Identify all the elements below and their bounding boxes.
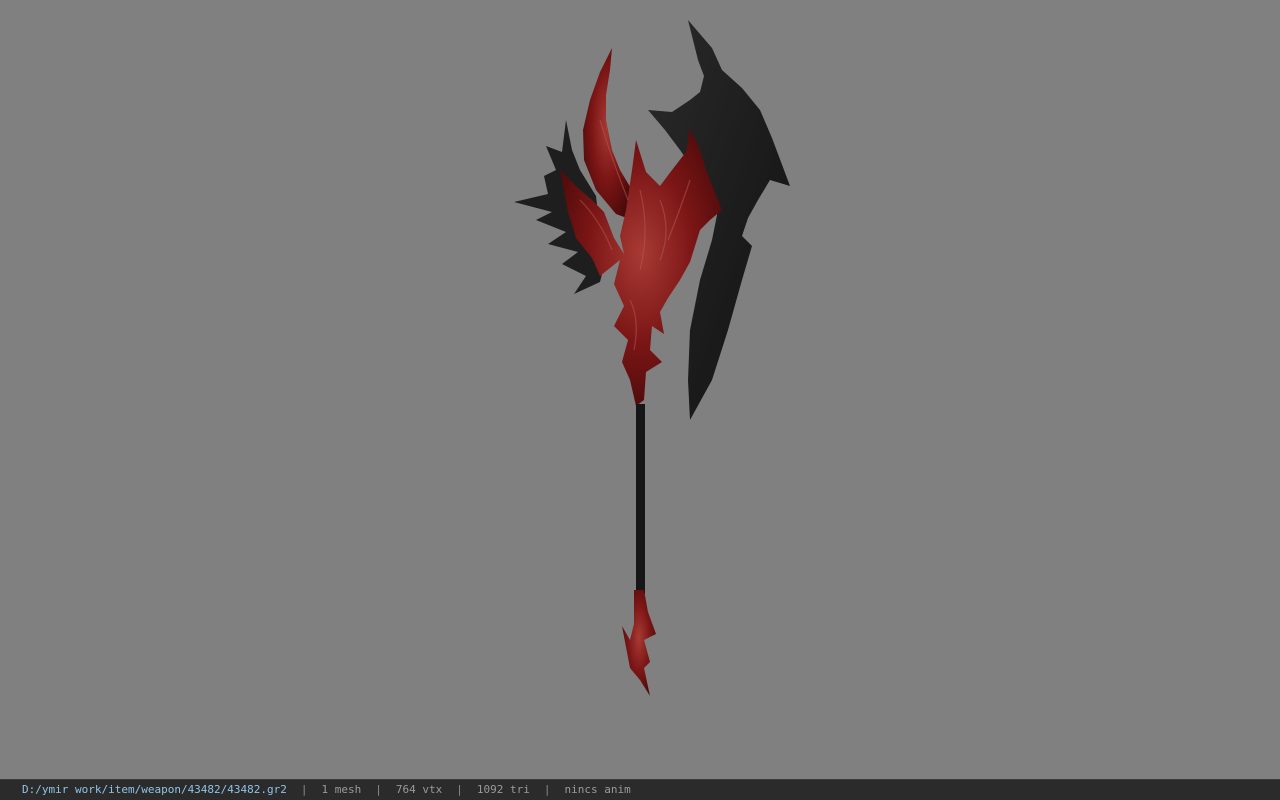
axe-pommel <box>622 590 656 696</box>
vertex-count: 764 vtx <box>395 783 443 796</box>
axe-shaft <box>636 404 645 594</box>
axe-model-icon <box>514 20 790 696</box>
status-separator: | <box>543 783 551 796</box>
mesh-count: 1 mesh <box>321 783 362 796</box>
triangle-count: 1092 tri <box>476 783 530 796</box>
status-separator: | <box>300 783 308 796</box>
3d-viewport[interactable] <box>0 0 1280 779</box>
status-bar: D:/ymir work/item/weapon/43482/43482.gr2… <box>0 779 1280 800</box>
status-separator: | <box>456 783 463 796</box>
status-separator: | <box>375 783 382 796</box>
animation-status: nincs anim <box>564 783 631 796</box>
file-path: D:/ymir work/item/weapon/43482/43482.gr2 <box>22 783 287 796</box>
